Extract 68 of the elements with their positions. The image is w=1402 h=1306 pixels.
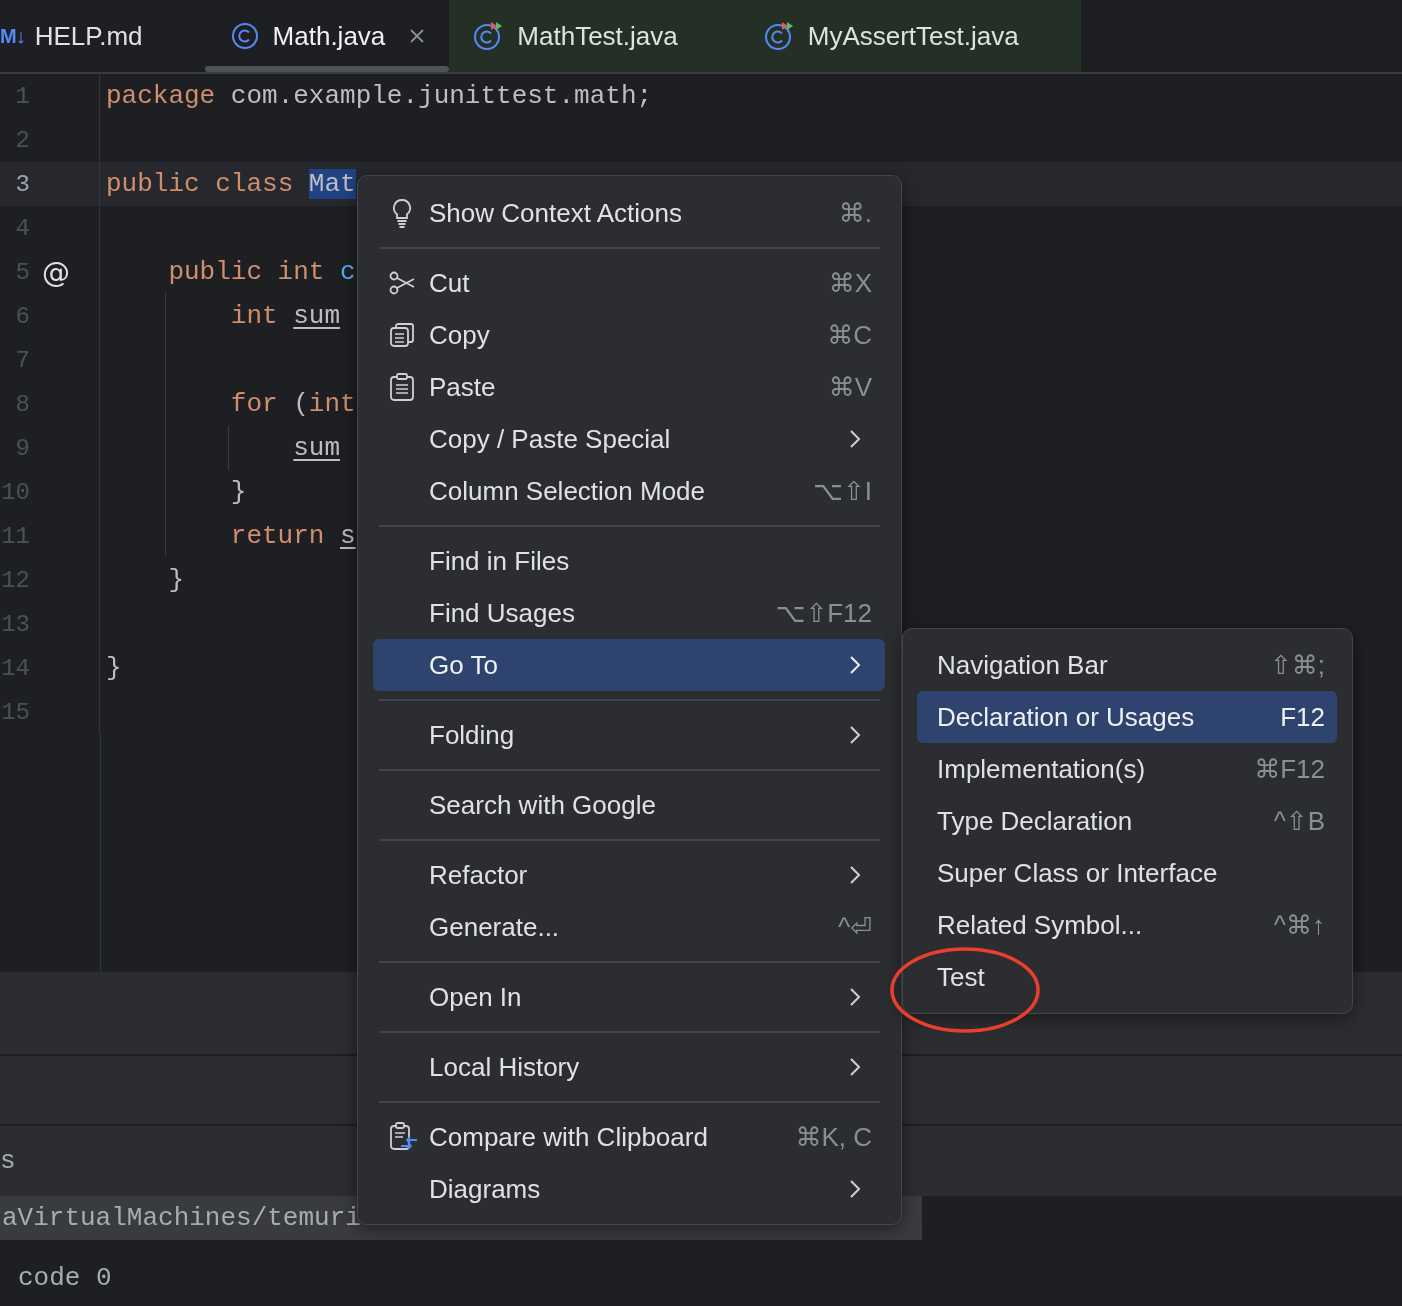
editor-tab[interactable]: M↓ HELP.md	[0, 0, 205, 72]
console-text: aVirtualMachines/temuri	[1, 1203, 362, 1233]
menu-item[interactable]: Find in Files	[373, 535, 885, 587]
code-line: for (int	[230, 389, 356, 419]
editor-tab[interactable]: Math.java	[204, 0, 450, 72]
console-text: code 0	[17, 1263, 113, 1293]
code-line: }	[168, 565, 184, 595]
shortcut-text: ⇧⌘;	[1270, 649, 1325, 681]
menu-item[interactable]: Paste ⌘V	[373, 361, 885, 413]
close-icon[interactable]	[409, 28, 426, 44]
menu-item[interactable]: Related Symbol... ^⌘↑	[917, 899, 1337, 951]
scissors-icon	[389, 270, 415, 296]
shortcut-text: F12	[1280, 701, 1325, 733]
menu-item[interactable]: Diagrams	[373, 1163, 885, 1215]
test-class-icon	[763, 21, 794, 51]
markdown-icon: M↓	[0, 24, 25, 48]
menu-item[interactable]: Refactor	[373, 849, 885, 901]
code-line: sum	[293, 433, 341, 463]
menu-item[interactable]: Declaration or Usages F12	[917, 691, 1337, 743]
menu-item[interactable]: Copy / Paste Special	[373, 413, 885, 465]
code-line: public int c	[168, 257, 356, 287]
copy-icon	[389, 322, 415, 348]
tab-label: MyAssertTest.java	[807, 20, 1019, 52]
menu-item[interactable]: Super Class or Interface	[917, 847, 1337, 899]
menu-item[interactable]: Navigation Bar ⇧⌘;	[917, 639, 1337, 691]
code-line: int sum	[230, 301, 341, 331]
override-icon[interactable]: @	[42, 255, 70, 289]
menu-item[interactable]: Implementation(s) ⌘F12	[917, 743, 1337, 795]
shortcut-text: ⌘.	[838, 197, 872, 229]
panel-text: s	[0, 1146, 16, 1176]
shortcut-text: ⌥⇧F12	[775, 597, 872, 629]
shortcut-text: ^⇧B	[1273, 805, 1325, 837]
shortcut-text: ⌘V	[828, 371, 872, 403]
clipboard-compare-icon	[389, 1122, 419, 1152]
shortcut-text: ⌘X	[828, 267, 872, 299]
menu-item[interactable]: Copy ⌘C	[373, 309, 885, 361]
editor-tab[interactable]: MyAssertTest.java	[739, 0, 1081, 72]
class-icon	[230, 22, 259, 50]
menu-item[interactable]: Type Declaration ^⇧B	[917, 795, 1337, 847]
menu-item[interactable]: Search with Google	[373, 779, 885, 831]
menu-item[interactable]: Test	[917, 951, 1337, 1003]
menu-item[interactable]: Find Usages ⌥⇧F12	[373, 587, 885, 639]
code-line: }	[230, 477, 247, 507]
clipboard-icon	[389, 373, 415, 401]
menu-item[interactable]: Folding	[373, 709, 885, 761]
menu-item[interactable]: Column Selection Mode ⌥⇧I	[373, 465, 885, 517]
menu-item[interactable]: Cut ⌘X	[373, 257, 885, 309]
code-line: package com.example.junittest.math;	[106, 81, 653, 111]
test-class-icon	[473, 21, 504, 51]
menu-item[interactable]: Local History	[373, 1041, 885, 1093]
menu-item[interactable]: Compare with Clipboard ⌘K, C	[373, 1111, 885, 1163]
code-line: public class Mat	[106, 169, 356, 199]
shortcut-text: ⌘F12	[1254, 753, 1325, 785]
tab-label: HELP.md	[34, 20, 143, 52]
shortcut-text: ⌘C	[827, 319, 872, 351]
editor-tab[interactable]: MathTest.java	[449, 0, 740, 72]
shortcut-text: ^⏎	[838, 911, 872, 943]
code-line: }	[106, 653, 122, 683]
tab-label: Math.java	[272, 20, 386, 52]
line-number: 3	[14, 170, 30, 198]
tab-label: MathTest.java	[517, 20, 678, 52]
menu-item[interactable]: Generate... ^⏎	[373, 901, 885, 953]
shortcut-text: ^⌘↑	[1273, 909, 1325, 941]
menu-item[interactable]: Show Context Actions ⌘.	[373, 187, 885, 239]
shortcut-text: ⌥⇧I	[813, 475, 872, 507]
shortcut-text: ⌘K, C	[795, 1121, 872, 1153]
code-line: return s	[230, 521, 356, 551]
menu-item[interactable]: Go To	[373, 639, 885, 691]
